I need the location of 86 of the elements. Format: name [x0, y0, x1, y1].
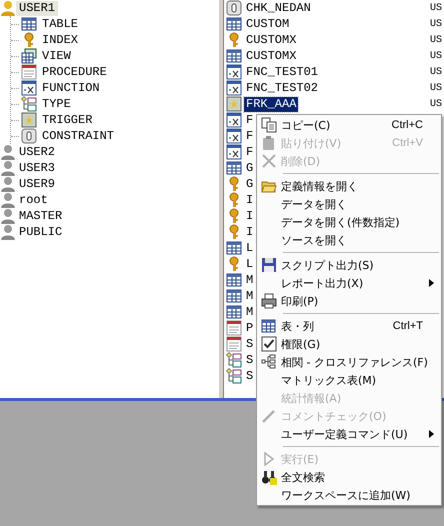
object-name[interactable]: G [244, 176, 256, 192]
trigger-icon [21, 112, 37, 128]
owner-cell: US [430, 82, 442, 94]
menu-item[interactable]: 印刷(P) [257, 292, 441, 310]
menu-item[interactable]: データを開く(件数指定) [257, 213, 441, 231]
owner-cell: US [430, 2, 442, 14]
clipboard-icon [261, 135, 277, 151]
menu-item[interactable]: ワークスペースに追加(W) [257, 486, 441, 504]
menu-item[interactable]: コピー(C) Ctrl+C [257, 116, 441, 134]
menu-item[interactable]: ソースを開く [257, 231, 441, 249]
person-icon [0, 0, 16, 16]
tree-item[interactable]: USER9 [16, 176, 58, 192]
owner-cell: US [430, 66, 442, 78]
menu-item[interactable]: 定義情報を開く [257, 177, 441, 195]
floppy-icon [261, 257, 277, 273]
object-name[interactable]: F [244, 128, 256, 144]
menu-item[interactable]: スクリプト出力(S) [257, 256, 441, 274]
object-name[interactable]: S [244, 352, 256, 368]
owner-cell: US [430, 50, 442, 62]
delete-icon [261, 153, 277, 169]
view-icon [21, 48, 37, 64]
object-name[interactable]: CUSTOMX [244, 48, 298, 64]
binoculars-icon [261, 469, 277, 485]
tree-item[interactable]: PROCEDURE [39, 64, 110, 80]
object-name[interactable]: F [244, 112, 256, 128]
object-name[interactable]: CUSTOMX [244, 32, 298, 48]
owner-cell: US [430, 98, 442, 110]
menu-item[interactable]: 相関 - クロスリファレンス(F) [257, 353, 441, 371]
object-name[interactable]: L [244, 240, 256, 256]
tree-item[interactable]: USER2 [16, 144, 58, 160]
menu-item[interactable]: ユーザー定義コマンド(U) [257, 425, 441, 443]
tree-item[interactable]: VIEW [39, 48, 74, 64]
menu-item[interactable]: データを開く [257, 195, 441, 213]
table-icon [21, 16, 37, 32]
owner-cell: US [430, 18, 442, 30]
person-icon [0, 208, 16, 224]
tree-item[interactable]: FUNCTION [39, 80, 103, 96]
tree-item[interactable]: PUBLIC [16, 224, 66, 240]
person-icon [0, 224, 16, 240]
object-name[interactable]: CHK_NEDAN [244, 0, 313, 16]
tree-item[interactable]: TABLE [39, 16, 82, 32]
object-name[interactable]: I [244, 208, 256, 224]
object-name[interactable]: I [244, 224, 256, 240]
object-name[interactable]: S [244, 336, 256, 352]
tree-item[interactable]: TYPE [39, 96, 74, 112]
tree-item[interactable]: root [16, 192, 51, 208]
submenu-arrow-icon [429, 430, 434, 438]
object-name[interactable]: FNC_TEST02 [244, 80, 320, 96]
object-name[interactable]: M [244, 304, 256, 320]
table-icon [261, 318, 277, 334]
person-icon [0, 176, 16, 192]
object-name[interactable]: F [244, 144, 256, 160]
object-name[interactable]: M [244, 272, 256, 288]
hierarchy-icon [261, 354, 277, 370]
object-name[interactable]: L [244, 256, 256, 272]
object-name[interactable]: P [244, 320, 256, 336]
tree-item[interactable]: USER1 [16, 0, 58, 16]
trigger-icon [226, 96, 242, 112]
tree-item[interactable]: CONSTRAINT [39, 128, 118, 144]
type-icon [21, 96, 37, 112]
tree-item[interactable]: USER3 [16, 160, 58, 176]
checkbox-icon [261, 336, 277, 352]
menu-item[interactable]: 権限(G) [257, 335, 441, 353]
tree-item[interactable]: MASTER [16, 208, 66, 224]
object-name[interactable]: S [244, 368, 256, 384]
owner-cell: US [430, 34, 442, 46]
person-icon [0, 144, 16, 160]
object-name[interactable]: FNC_TEST01 [244, 64, 320, 80]
menu-item[interactable]: マトリックス表(M) [257, 371, 441, 389]
object-name[interactable]: M [244, 288, 256, 304]
object-name[interactable]: G [244, 160, 256, 176]
menu-item[interactable]: レポート出力(X) [257, 274, 441, 292]
person-icon [0, 192, 16, 208]
procedure-icon [21, 64, 37, 80]
menu-item[interactable]: 表・列 Ctrl+T [257, 317, 441, 335]
person-icon [0, 160, 16, 176]
function-icon [21, 80, 37, 96]
menu-item[interactable]: 全文検索 [257, 468, 441, 486]
tree-item[interactable]: INDEX [39, 32, 82, 48]
tree-item[interactable]: TRIGGER [39, 112, 96, 128]
printer-icon [261, 293, 277, 309]
submenu-arrow-icon [429, 279, 434, 287]
copy-icon [261, 117, 277, 133]
object-name[interactable]: I [244, 192, 256, 208]
object-name[interactable]: CUSTOM [244, 16, 292, 32]
object-name[interactable]: FRK_AAA [244, 96, 298, 112]
